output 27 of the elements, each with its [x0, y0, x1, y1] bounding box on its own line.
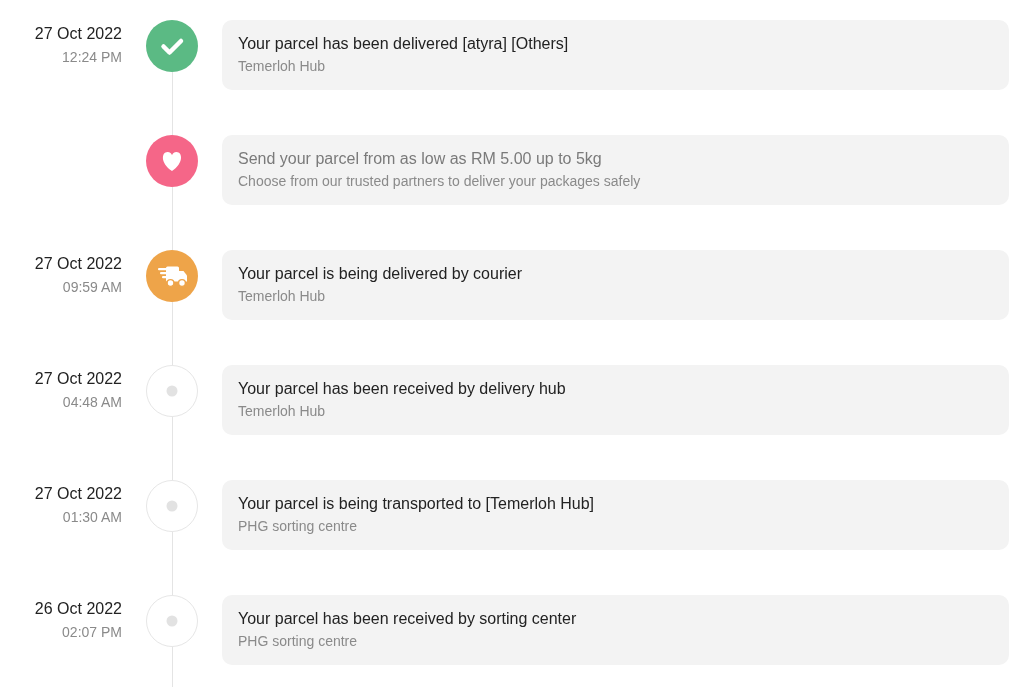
event-detail: Choose from our trusted partners to deliver your packages safely [238, 172, 641, 191]
event-title: Your parcel has been received by delivery hub [238, 379, 566, 399]
event-detail: PHG sorting centre [238, 632, 358, 651]
event-date: 27 Oct 2022 [34, 24, 122, 44]
event-detail: Temerloh Hub [238, 402, 326, 421]
event-title: Your parcel is being transported to [Temerloh Hub] [238, 494, 595, 514]
event-title: Your parcel has been received by sorting center [238, 609, 577, 629]
event-date: 27 Oct 2022 [34, 369, 122, 389]
event-detail: Temerloh Hub [238, 287, 326, 306]
dot-icon [146, 480, 198, 532]
event-title: Your parcel has been delivered [atyra] [Others] [238, 34, 569, 54]
event-detail: PHG sorting centre [238, 517, 358, 536]
event-time: 12:24 PM [62, 48, 122, 67]
event-detail: Temerloh Hub [238, 57, 326, 76]
event-time: 02:07 PM [62, 623, 122, 642]
dot-icon [146, 595, 198, 647]
event-time: 09:59 AM [62, 278, 122, 297]
event-title: Your parcel is being delivered by courier [238, 264, 522, 284]
event-date: 27 Oct 2022 [34, 254, 122, 274]
check-icon [146, 20, 198, 72]
event-title: Send your parcel from as low as RM 5.00 up to 5kg [238, 149, 602, 169]
delivery-truck-icon [146, 250, 198, 302]
dot-icon [146, 365, 198, 417]
event-date: 26 Oct 2022 [34, 599, 122, 619]
event-date: 27 Oct 2022 [34, 484, 122, 504]
event-time: 01:30 AM [62, 508, 122, 527]
event-time: 04:48 AM [62, 393, 122, 412]
